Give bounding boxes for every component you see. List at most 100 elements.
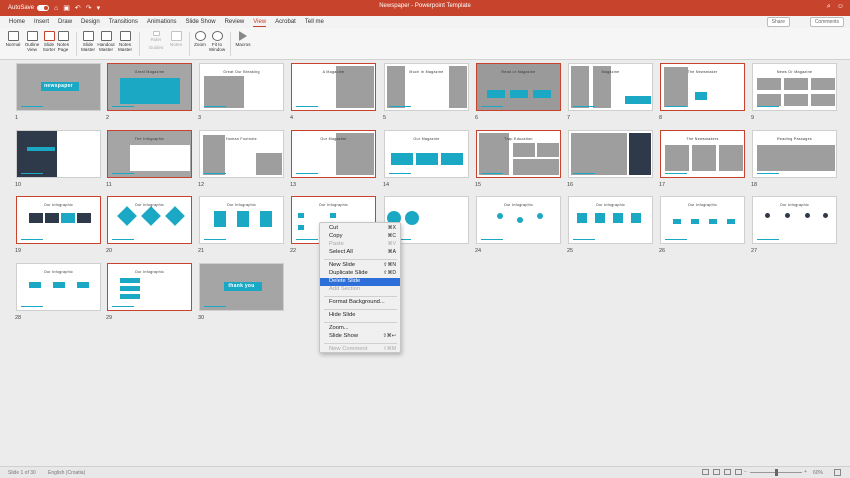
- play-icon: [239, 31, 247, 41]
- slide-thumbnail-8[interactable]: The Newsmaker: [660, 63, 745, 111]
- share-button[interactable]: Share: [766, 17, 790, 27]
- tab-animations[interactable]: Animations: [147, 18, 177, 26]
- smiley-icon[interactable]: ☺: [837, 3, 844, 11]
- home-icon[interactable]: ⌂: [54, 5, 58, 12]
- slide-thumbnail-19[interactable]: Our Infographic: [16, 196, 101, 244]
- slide-thumbnail-5[interactable]: Much In Magazine: [384, 63, 469, 111]
- slide-accent-bar: [665, 238, 687, 240]
- menu-item-paste[interactable]: Paste ⌘V: [320, 241, 400, 249]
- menu-item-zoom[interactable]: Zoom...: [320, 325, 400, 333]
- tab-insert[interactable]: Insert: [34, 18, 49, 26]
- slide-thumbnail-11[interactable]: The Infographic: [107, 130, 192, 178]
- slide-thumbnail-27[interactable]: Our Infographic: [752, 196, 837, 244]
- tab-draw[interactable]: Draw: [58, 18, 72, 26]
- slide-thumbnail-30[interactable]: thank you: [199, 263, 284, 311]
- slide-accent-bar: [757, 105, 779, 107]
- menu-item-add-section[interactable]: Add Section: [320, 286, 400, 294]
- tab-review[interactable]: Review: [225, 18, 245, 26]
- slide-thumbnail-18[interactable]: Reading Passages: [752, 130, 837, 178]
- slide-thumbnail-25[interactable]: Our Infographic: [568, 196, 653, 244]
- tab-acrobat[interactable]: Acrobat: [275, 18, 296, 26]
- slide-number: 28: [15, 315, 22, 321]
- slide-number: 25: [567, 248, 574, 254]
- guides-checkbox[interactable]: Guides: [145, 45, 167, 50]
- menu-item-cut[interactable]: Cut ⌘X: [320, 225, 400, 233]
- autosave-switch-icon[interactable]: [37, 5, 50, 11]
- slideshow-icon[interactable]: [735, 469, 742, 475]
- slide-thumbnail-4[interactable]: A Magazine: [291, 63, 376, 111]
- ruler-checkbox[interactable]: Ruler: [145, 31, 167, 42]
- tab-home[interactable]: Home: [9, 18, 25, 26]
- slide-thumbnail-1[interactable]: newspaper: [16, 63, 101, 111]
- slide-thumbnail-13[interactable]: Our Magazine: [291, 130, 376, 178]
- slide-title: Human Footnote: [226, 137, 257, 141]
- slide-thumbnail-29[interactable]: Our Infographic: [107, 263, 192, 311]
- menu-item-hide-slide[interactable]: Hide Slide: [320, 312, 400, 320]
- slide-thumbnail-3[interactable]: Great Our Breaking: [199, 63, 284, 111]
- notes-page-button[interactable]: Notes Page: [52, 31, 74, 52]
- slide-thumbnail-15[interactable]: Trap Education: [476, 130, 561, 178]
- slide-title: Our Infographic: [503, 203, 534, 207]
- autosave-toggle[interactable]: AutoSave: [8, 5, 50, 11]
- menu-item-format-background[interactable]: Format Background...: [320, 299, 400, 307]
- slide-thumbnail-24[interactable]: Our Infographic: [476, 196, 561, 244]
- menu-item-select-all[interactable]: Select All ⌘A: [320, 249, 400, 257]
- save-icon[interactable]: ▣: [63, 4, 70, 12]
- slide-number: 14: [383, 182, 390, 188]
- slide-accent-bar: [757, 172, 779, 174]
- slide-thumbnail-12[interactable]: Human Footnote: [199, 130, 284, 178]
- comments-button[interactable]: Comments: [809, 17, 844, 27]
- reading-view-icon[interactable]: [724, 469, 731, 475]
- slide-thumbnail-20[interactable]: Our Infographic: [107, 196, 192, 244]
- tab-transitions[interactable]: Transitions: [109, 18, 138, 26]
- menu-item-duplicate-slide[interactable]: Duplicate Slide ⇧⌘D: [320, 270, 400, 278]
- undo-icon[interactable]: ↶: [75, 4, 81, 12]
- language-indicator[interactable]: English (Croatia): [48, 470, 85, 476]
- redo-icon[interactable]: ↷: [86, 4, 92, 12]
- tab-slide-show[interactable]: Slide Show: [186, 18, 216, 26]
- menu-item-new-slide[interactable]: New Slide ⇧⌘N: [320, 262, 400, 270]
- ribbon-divider: [230, 32, 231, 56]
- menu-item-slide-show[interactable]: Slide Show ⇧⌘↩: [320, 333, 400, 341]
- menu-item-shortcut: ⌘X: [387, 225, 396, 231]
- slide-thumbnail-2[interactable]: Great Magazine: [107, 63, 192, 111]
- slide-accent-bar: [296, 105, 318, 107]
- tab-view[interactable]: View: [253, 18, 267, 27]
- slide-accent-bar: [112, 305, 134, 307]
- slide-thumbnail-16[interactable]: [568, 130, 653, 178]
- slide-thumbnail-14[interactable]: Our Magazine: [384, 130, 469, 178]
- normal-view-icon[interactable]: [702, 469, 709, 475]
- slide-thumbnail-7[interactable]: Magazine: [568, 63, 653, 111]
- slide-thumbnail-6[interactable]: Read or Magazine: [476, 63, 561, 111]
- notes-master-button[interactable]: Notes Master: [114, 31, 136, 52]
- more-icon[interactable]: ▾: [97, 4, 101, 12]
- notes-button[interactable]: Notes: [165, 31, 187, 47]
- fit-to-window-button[interactable]: Fit to Window: [206, 31, 228, 52]
- slide-sorter-area[interactable]: newspaper 1 Great Magazine 2 Great Our Break…: [0, 60, 850, 466]
- slide-thumbnail-28[interactable]: Our Infographic: [16, 263, 101, 311]
- slide-thumbnail-9[interactable]: News Or Magazine: [752, 63, 837, 111]
- menu-item-new-comment[interactable]: New Comment ⇧⌘M: [320, 346, 400, 354]
- slide-thumbnail-17[interactable]: The Newsmakers: [660, 130, 745, 178]
- slide-thumbnail-10[interactable]: [16, 130, 101, 178]
- macros-button[interactable]: Macros: [232, 31, 254, 47]
- slide-accent-bar: [481, 105, 503, 107]
- slide-accent-bar: [112, 105, 134, 107]
- tab-design[interactable]: Design: [81, 18, 100, 26]
- slide-thumbnail-26[interactable]: Our Infographic: [660, 196, 745, 244]
- slide-thumbnail-21[interactable]: Our Infographic: [199, 196, 284, 244]
- slide-accent-bar: [21, 172, 43, 174]
- zoom-out-button[interactable]: −: [744, 469, 747, 475]
- slide-sorter-icon[interactable]: [713, 469, 720, 475]
- normal-view-icon: [7, 31, 19, 41]
- menu-item-copy[interactable]: Copy ⌘C: [320, 233, 400, 241]
- tab-tell-me[interactable]: Tell me: [305, 18, 324, 26]
- zoom-slider-handle[interactable]: [775, 469, 778, 476]
- menu-item-label: Cut: [329, 225, 339, 231]
- zoom-level[interactable]: 60%: [813, 470, 823, 476]
- zoom-in-button[interactable]: +: [804, 469, 807, 475]
- fit-slide-icon[interactable]: [834, 469, 841, 476]
- search-icon[interactable]: ⌕: [827, 3, 831, 11]
- slide-accent-bar: [21, 238, 43, 240]
- menu-item-delete-slide[interactable]: Delete Slide: [320, 278, 400, 286]
